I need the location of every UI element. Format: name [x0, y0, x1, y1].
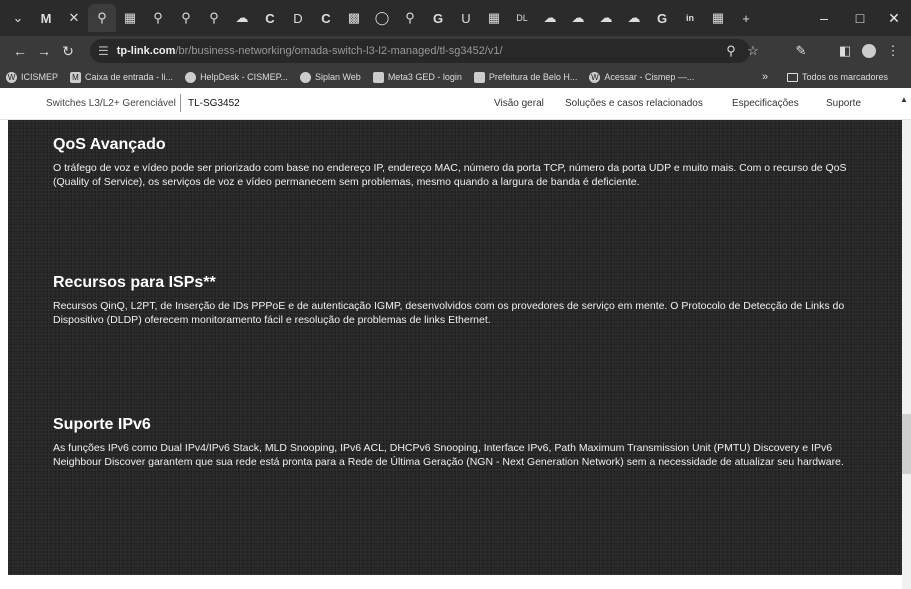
- tplink-icon[interactable]: ⚲: [88, 4, 116, 32]
- bookmarks-bar: W ICISMEP M Caixa de entrada - li... HelpD…: [0, 66, 911, 88]
- address-bar[interactable]: ☰ tp-link.com/br/business-networking/oma…: [90, 39, 750, 63]
- bookmark-item[interactable]: W Acessar - Cismep —...: [589, 71, 694, 83]
- scroll-up-icon[interactable]: ▲: [900, 95, 908, 104]
- tplink-icon[interactable]: ⚲: [200, 4, 228, 32]
- chart-icon: [473, 71, 485, 83]
- feature-isp: Recursos para ISPs** Recursos QinQ, L2PT…: [53, 274, 853, 327]
- product-model: TL-SG3452: [188, 98, 240, 109]
- close-window-icon[interactable]: ✕: [876, 0, 911, 36]
- tab-overview[interactable]: Visão geral: [494, 98, 544, 109]
- table-icon[interactable]: ▦: [116, 4, 144, 32]
- tplink-icon[interactable]: ⚲: [144, 4, 172, 32]
- tab-specifications[interactable]: Especificações: [732, 98, 799, 109]
- site-info-icon[interactable]: ☰: [98, 44, 109, 58]
- feature-title: QoS Avançado: [53, 136, 166, 153]
- all-bookmarks-button[interactable]: Todos os marcadores: [787, 66, 888, 88]
- extensions-icon[interactable]: ✎: [790, 36, 812, 66]
- tab-support[interactable]: Suporte: [826, 98, 861, 109]
- globe-icon: [185, 71, 197, 83]
- dl-icon[interactable]: DL: [508, 4, 536, 32]
- linkedin-icon[interactable]: in: [676, 4, 704, 32]
- breadcrumb[interactable]: Switches L3/L2+ Gerenciável: [46, 98, 176, 109]
- zoom-icon[interactable]: ⚲: [720, 36, 742, 66]
- feature-title: Suporte IPv6: [53, 416, 151, 433]
- divider: [180, 94, 181, 112]
- feature-text: Recursos QinQ, L2PT, de Inserção de IDs …: [53, 300, 845, 326]
- feature-qos: QoS Avançado O tráfego de voz e vídeo po…: [53, 136, 853, 189]
- cloud-icon[interactable]: ☁: [564, 4, 592, 32]
- grid-icon: [372, 71, 384, 83]
- tab-solutions[interactable]: Soluções e casos relacionados: [565, 98, 703, 109]
- d-icon[interactable]: D: [284, 4, 312, 32]
- google-icon[interactable]: G: [648, 4, 676, 32]
- forward-icon[interactable]: →: [32, 43, 56, 59]
- tab-strip: ⌄ M ✕ ⚲ ▦ ⚲ ⚲ ⚲ ☁ C D C ▩ ◯ ⚲ G U ▦ DL ☁…: [0, 0, 911, 36]
- gmail-icon[interactable]: M: [32, 4, 60, 32]
- grid-icon[interactable]: ▦: [704, 4, 732, 32]
- bookmark-item[interactable]: Siplan Web: [299, 71, 361, 83]
- scrollbar[interactable]: [902, 120, 911, 589]
- bookmark-item[interactable]: Prefeitura de Belo H...: [473, 71, 577, 83]
- new-tab-button[interactable]: +: [732, 4, 760, 32]
- tplink-icon[interactable]: ⚲: [172, 4, 200, 32]
- avatar[interactable]: [858, 36, 880, 66]
- minimize-icon[interactable]: –: [806, 0, 842, 36]
- u-icon[interactable]: U: [452, 4, 480, 32]
- bookmarks-overflow-button[interactable]: »: [762, 66, 768, 88]
- url-text: tp-link.com/br/business-networking/omada…: [116, 45, 503, 57]
- feature-ipv6: Suporte IPv6 As funções IPv6 como Dual I…: [53, 416, 853, 469]
- scrollbar-thumb[interactable]: [902, 414, 911, 474]
- feature-text: As funções IPv6 como Dual IPv4/IPv6 Stac…: [53, 442, 844, 468]
- sidebar-icon[interactable]: ◧: [834, 36, 856, 66]
- folder-icon: [787, 72, 798, 82]
- bookmark-item[interactable]: W ICISMEP: [6, 71, 58, 83]
- bookmark-item[interactable]: Meta3 GED - login: [372, 71, 462, 83]
- product-subnav: Switches L3/L2+ Gerenciável TL-SG3452 Vi…: [0, 88, 911, 120]
- c-icon[interactable]: C: [256, 4, 284, 32]
- cloud-icon[interactable]: ☁: [620, 4, 648, 32]
- wordpress-icon: W: [589, 71, 601, 83]
- bookmark-item[interactable]: HelpDesk - CISMEP...: [185, 71, 288, 83]
- globe-icon: [299, 71, 311, 83]
- doc-icon[interactable]: ▩: [340, 4, 368, 32]
- star-icon[interactable]: ☆: [742, 36, 764, 66]
- feature-title: Recursos para ISPs**: [53, 274, 216, 291]
- close-icon[interactable]: ✕: [60, 4, 88, 32]
- circle-icon[interactable]: ◯: [368, 4, 396, 32]
- back-icon[interactable]: ←: [8, 43, 32, 59]
- maximize-icon[interactable]: □: [842, 0, 878, 36]
- grid-icon[interactable]: ▦: [480, 4, 508, 32]
- tplink-icon[interactable]: ⚲: [396, 4, 424, 32]
- page-bottom: [8, 575, 902, 589]
- reload-icon[interactable]: ↻: [56, 43, 80, 60]
- google-icon[interactable]: G: [424, 4, 452, 32]
- chevron-down-icon[interactable]: ⌄: [4, 4, 32, 32]
- page-margin: [0, 120, 8, 589]
- menu-icon[interactable]: ⋮: [882, 36, 904, 66]
- cloud-icon[interactable]: ☁: [536, 4, 564, 32]
- cloud-icon[interactable]: ☁: [592, 4, 620, 32]
- wordpress-icon: W: [6, 71, 17, 83]
- bookmark-item[interactable]: M Caixa de entrada - li...: [70, 71, 173, 83]
- c-icon[interactable]: C: [312, 4, 340, 32]
- cloud-icon[interactable]: ☁: [228, 4, 256, 32]
- feature-text: O tráfego de voz e vídeo pode ser priori…: [53, 162, 847, 188]
- features-section: QoS Avançado O tráfego de voz e vídeo po…: [8, 120, 902, 575]
- gmail-icon: M: [70, 71, 82, 83]
